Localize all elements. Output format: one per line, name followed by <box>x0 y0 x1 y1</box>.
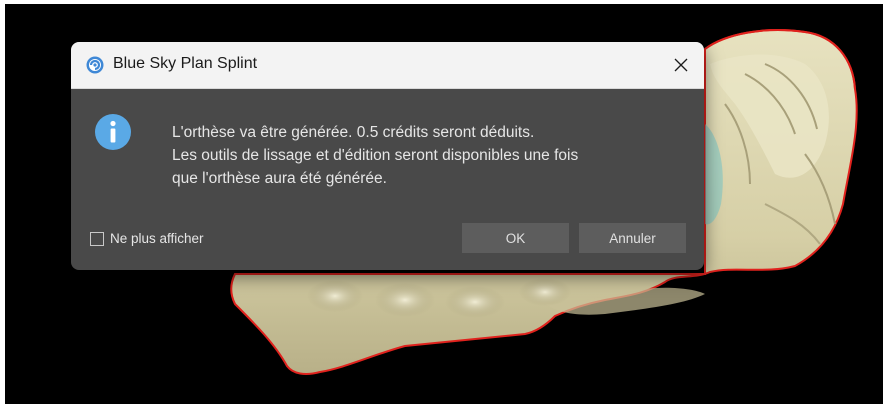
dont-show-again-checkbox[interactable] <box>90 231 104 246</box>
message-line: Les outils de lissage et d'édition seron… <box>172 147 579 164</box>
message-line: L'orthèse va être générée. 0.5 crédits s… <box>172 124 535 141</box>
dont-show-again-label[interactable]: Ne plus afficher <box>110 231 204 246</box>
blue-sky-plan-logo-icon <box>86 56 104 74</box>
message-line: que l'orthèse aura été générée. <box>172 170 387 187</box>
info-icon <box>95 114 131 150</box>
dialog-titlebar[interactable]: Blue Sky Plan Splint <box>71 42 704 89</box>
close-button[interactable] <box>658 42 704 88</box>
dialog-title: Blue Sky Plan Splint <box>113 55 258 72</box>
confirmation-dialog: Blue Sky Plan Splint L'orthèse va être g… <box>71 42 704 270</box>
close-icon <box>674 58 688 72</box>
dialog-message: L'orthèse va être générée. 0.5 crédits s… <box>172 121 692 190</box>
cancel-button[interactable]: Annuler <box>579 223 686 253</box>
ok-button[interactable]: OK <box>462 223 569 253</box>
dont-show-again-option[interactable]: Ne plus afficher <box>90 231 204 246</box>
